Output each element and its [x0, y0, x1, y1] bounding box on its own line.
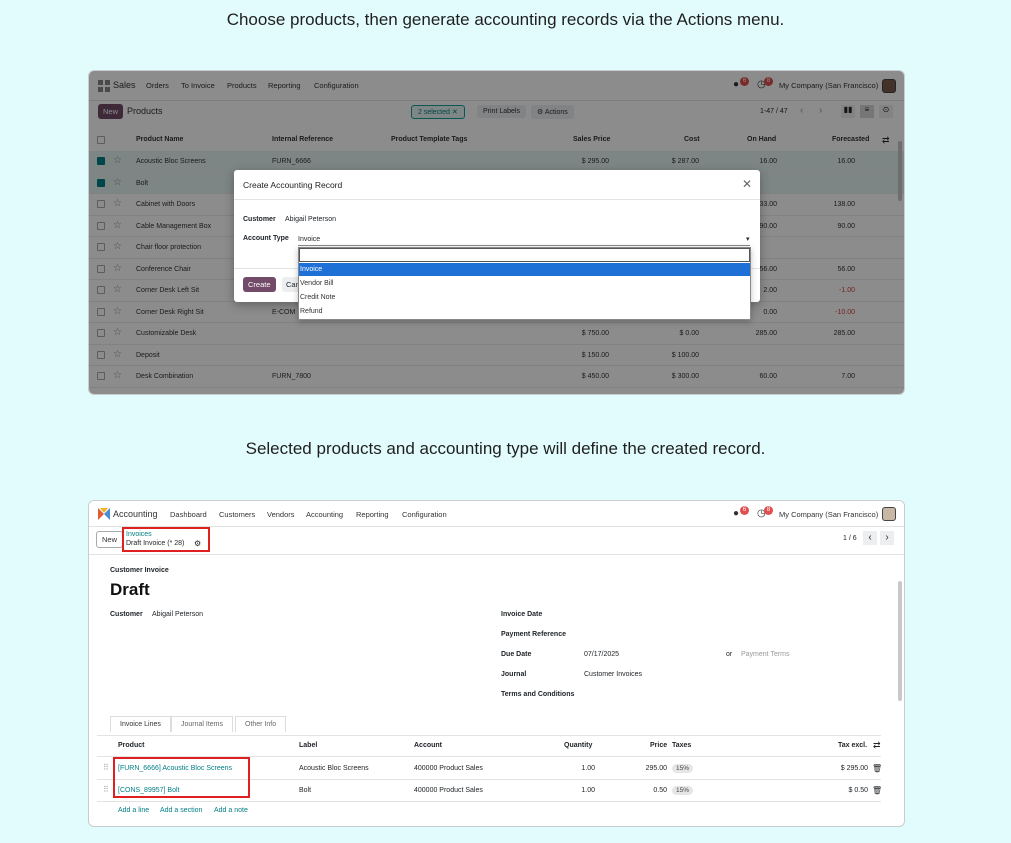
avatar[interactable] [882, 507, 896, 521]
account-type-label: Account Type [243, 235, 289, 242]
col-price[interactable]: Price [650, 742, 667, 749]
option-vendor-bill[interactable]: Vendor Bill [299, 277, 750, 290]
menu-accounting[interactable]: Accounting [306, 510, 343, 519]
pager: 1 / 6 [843, 535, 857, 542]
dialog-title: Create Accounting Record [243, 180, 343, 190]
tabs-divider [97, 735, 881, 736]
due-date-label: Due Date [501, 651, 532, 658]
activity-badge: 8 [764, 506, 773, 515]
add-line-link[interactable]: Add a line [118, 807, 149, 814]
chat-badge: 6 [740, 506, 749, 515]
create-button[interactable]: Create [243, 277, 276, 292]
option-refund[interactable]: Refund [299, 305, 750, 318]
line-subtotal: $ 0.50 [848, 787, 868, 794]
drag-handle-icon[interactable]: ⠿ [103, 785, 109, 794]
control-panel-divider [89, 554, 904, 555]
tab-invoice-lines[interactable]: Invoice Lines [110, 716, 171, 732]
scrollbar[interactable] [898, 581, 902, 701]
payment-reference-label: Payment Reference [501, 631, 566, 638]
trash-icon[interactable]: 🗑 [872, 764, 882, 773]
line-qty[interactable]: 1.00 [569, 765, 595, 772]
or-label: or [726, 651, 733, 658]
company-name[interactable]: My Company (San Francisco) [779, 510, 878, 519]
menu-configuration[interactable]: Configuration [402, 510, 447, 519]
line-price[interactable]: 0.50 [637, 787, 667, 794]
tax-badge[interactable]: 15% [672, 764, 694, 773]
account-type-select[interactable]: Invoice [298, 236, 320, 243]
menu-dashboard[interactable]: Dashboard [170, 510, 207, 519]
payment-terms-field[interactable]: Payment Terms [741, 651, 790, 658]
menu-customers[interactable]: Customers [219, 510, 255, 519]
app-name[interactable]: Accounting [113, 509, 158, 519]
dropdown-search-input[interactable] [299, 248, 750, 262]
col-taxes[interactable]: Taxes [672, 742, 691, 749]
add-note-link[interactable]: Add a note [214, 807, 248, 814]
customer-value[interactable]: Abigail Peterson [152, 611, 203, 618]
highlight-breadcrumb [122, 527, 210, 552]
accounting-screenshot: Accounting Dashboard Customers Vendors A… [88, 500, 905, 827]
add-section-link[interactable]: Add a section [160, 807, 202, 814]
doc-type: Customer Invoice [110, 567, 169, 574]
pager-next-icon[interactable]: › [880, 531, 894, 545]
accounting-logo-icon[interactable] [97, 507, 111, 521]
caption-top: Choose products, then generate accountin… [226, 10, 785, 29]
tab-journal-items[interactable]: Journal Items [171, 716, 234, 732]
col-quantity[interactable]: Quantity [564, 742, 592, 749]
line-label: Bolt [299, 787, 312, 794]
due-date-field[interactable]: 07/17/2025 [584, 651, 619, 658]
tab-other-info[interactable]: Other Info [235, 716, 287, 732]
line-account[interactable]: 400000 Product Sales [414, 787, 483, 794]
chat-icon[interactable]: ● [733, 508, 739, 519]
menu-reporting[interactable]: Reporting [356, 510, 389, 519]
customer-label: Customer [110, 611, 143, 618]
new-button[interactable]: New [96, 531, 124, 548]
col-product[interactable]: Product [118, 742, 144, 749]
journal-field[interactable]: Customer Invoices [584, 671, 642, 678]
tax-badge[interactable]: 15% [672, 786, 694, 795]
highlight-products [113, 757, 250, 798]
account-type-dropdown: Invoice Vendor Bill Credit Note Refund [298, 247, 751, 320]
invoice-date-label: Invoice Date [501, 611, 543, 618]
accounting-topbar: Accounting Dashboard Customers Vendors A… [89, 501, 904, 527]
line-subtotal: $ 295.00 [840, 765, 868, 772]
line-label: Acoustic Bloc Screens [299, 765, 369, 772]
trash-icon[interactable]: 🗑 [872, 786, 882, 795]
dialog-header-divider [234, 199, 760, 200]
close-icon[interactable]: ✕ [742, 177, 752, 191]
journal-label: Journal [501, 671, 527, 678]
line-account[interactable]: 400000 Product Sales [414, 765, 483, 772]
sales-screenshot: Sales Orders To Invoice Products Reporti… [88, 70, 905, 395]
pager-prev-icon[interactable]: ‹ [863, 531, 877, 545]
select-underline [298, 245, 750, 246]
line-qty[interactable]: 1.00 [569, 787, 595, 794]
line-price[interactable]: 295.00 [637, 765, 667, 772]
option-invoice[interactable]: Invoice [299, 263, 750, 276]
drag-handle-icon[interactable]: ⠿ [103, 763, 109, 772]
invoice-status: Draft [110, 580, 150, 599]
col-label[interactable]: Label [299, 742, 317, 749]
customer-value[interactable]: Abigail Peterson [285, 216, 336, 223]
column-settings-icon[interactable]: ⇄ [873, 740, 881, 751]
menu-vendors[interactable]: Vendors [267, 510, 295, 519]
col-tax-excl[interactable]: Tax excl. [838, 742, 867, 749]
row-divider [97, 801, 881, 802]
option-credit-note[interactable]: Credit Note [299, 291, 750, 304]
customer-label: Customer [243, 216, 276, 223]
terms-conditions-label: Terms and Conditions [501, 691, 575, 698]
caption-bottom: Selected products and accounting type wi… [245, 439, 766, 458]
chevron-down-icon[interactable]: ▾ [746, 235, 750, 243]
col-account[interactable]: Account [414, 742, 442, 749]
